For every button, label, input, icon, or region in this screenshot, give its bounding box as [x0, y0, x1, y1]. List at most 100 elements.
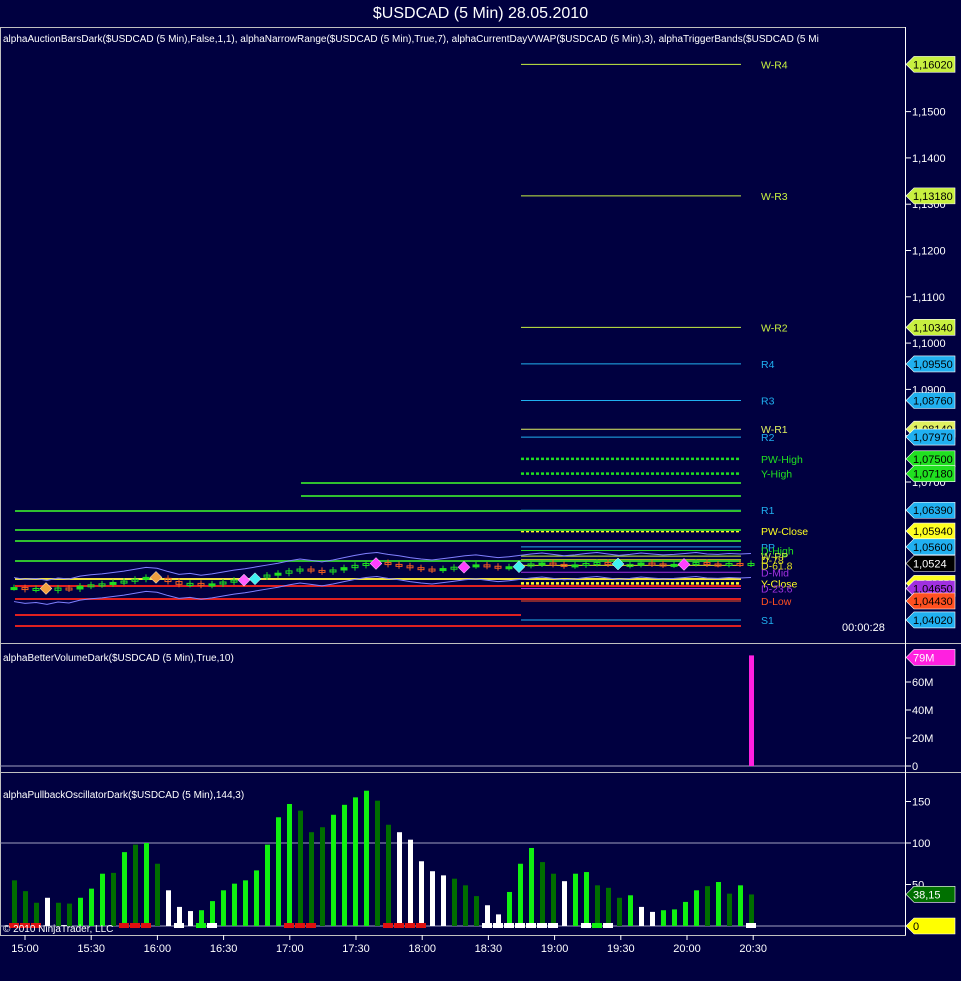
time-axis-label: 18:30 [475, 943, 503, 955]
osc-bar [232, 883, 237, 926]
osc-bar [111, 872, 116, 926]
volume-axis-label: 40M [912, 705, 933, 717]
osc-bar [507, 891, 512, 926]
osc-marker [548, 923, 558, 928]
osc-bar [716, 882, 721, 926]
osc-bar [144, 843, 149, 926]
osc-bar [375, 800, 380, 926]
candle-body [274, 572, 282, 576]
osc-marker [405, 923, 415, 928]
price-axis-label: 1,1400 [912, 153, 946, 165]
osc-value-tag-text: 38,15 [913, 889, 941, 901]
osc-marker [504, 923, 514, 928]
level-label: R1 [761, 505, 775, 517]
price-tag: 1,10340 [905, 319, 956, 336]
osc-bar [166, 890, 171, 926]
time-axis-label: 16:30 [210, 943, 238, 955]
osc-bar [210, 901, 215, 926]
volume-tag: 79M [905, 649, 956, 666]
osc-bar [683, 901, 688, 926]
price-tag-text: 1,07180 [913, 469, 953, 481]
volume-axis-label: 20M [912, 733, 933, 745]
level-label: W-R4 [761, 59, 788, 71]
osc-bar [595, 885, 600, 926]
price-tag-text: 1,05600 [913, 542, 953, 554]
current-price-tag-text: 1,0524 [913, 558, 947, 570]
osc-marker [306, 923, 316, 928]
price-tag-text: 1,08760 [913, 396, 953, 408]
osc-marker [130, 923, 140, 928]
level-label: D-Low [761, 596, 792, 608]
volume-axis-label: 0 [912, 761, 918, 773]
price-tag-text: 1,07970 [913, 432, 953, 444]
osc-bar [397, 832, 402, 926]
price-axis-label: 1,1500 [912, 107, 946, 119]
osc-bar [331, 814, 336, 926]
time-axis-label: 19:30 [607, 943, 635, 955]
osc-marker [174, 923, 184, 928]
osc-bar [342, 804, 347, 926]
osc-bar [551, 873, 556, 926]
volume-tag-text: 79M [913, 652, 934, 664]
time-axis-label: 17:00 [276, 943, 304, 955]
osc-bar [441, 875, 446, 926]
osc-marker [493, 923, 503, 928]
price-tag-text: 1,10340 [913, 322, 953, 334]
candle-body [637, 562, 645, 566]
time-axis-label: 18:00 [408, 943, 436, 955]
osc-bar [34, 902, 39, 926]
price-axis-label: 1,1200 [912, 246, 946, 258]
osc-marker [416, 923, 426, 928]
osc-bar [452, 878, 457, 926]
osc-marker [295, 923, 305, 928]
osc-bar [617, 897, 622, 926]
osc-bar [67, 903, 72, 926]
level-label: R3 [761, 396, 775, 408]
osc-bar [155, 863, 160, 926]
candle-body [472, 564, 480, 568]
time-axis-label: 20:00 [673, 943, 701, 955]
candle-body [670, 563, 678, 567]
osc-marker [592, 923, 602, 928]
price-tag: 1,05940 [905, 522, 956, 540]
osc-bar [243, 880, 248, 926]
osc-bar [573, 873, 578, 926]
volume-axis-label: 60M [912, 677, 933, 689]
candle-body [208, 583, 216, 587]
osc-bar [705, 886, 710, 926]
osc-bar [353, 797, 358, 926]
level-label: S1 [761, 615, 774, 627]
osc-marker [284, 923, 294, 928]
osc-bar [672, 909, 677, 926]
time-axis-label: 19:00 [541, 943, 569, 955]
price-tag: 1,08760 [905, 392, 956, 409]
osc-marker [196, 923, 206, 928]
bar-timer: 00:00:28 [842, 622, 885, 634]
price-tag: 1,04430 [905, 592, 956, 610]
level-label: R4 [761, 359, 775, 371]
osc-bar [738, 885, 743, 926]
candle-body [538, 562, 546, 566]
osc-bar [265, 844, 270, 926]
time-axis-label: 15:00 [11, 943, 39, 955]
osc-marker [746, 923, 756, 928]
chart-canvas[interactable]: alphaAuctionBarsDark($USDCAD (5 Min),Fal… [0, 0, 961, 981]
osc-bar [364, 790, 369, 926]
osc-bar [661, 910, 666, 926]
level-label: W-R2 [761, 322, 788, 334]
candle-body [109, 581, 117, 585]
osc-bar [749, 894, 754, 926]
volume-panel-header: alphaBetterVolumeDark($USDCAD (5 Min),Tr… [3, 653, 234, 664]
osc-marker [515, 923, 525, 928]
current-price-tag: 1,0524 [905, 555, 956, 572]
volume-bar [749, 655, 754, 766]
time-axis-label: 16:00 [144, 943, 172, 955]
osc-bar [45, 897, 50, 926]
osc-bar [727, 893, 732, 926]
osc-bar [56, 902, 61, 926]
osc-bar [485, 905, 490, 926]
candle-body [340, 567, 348, 571]
osc-axis-label: 150 [912, 797, 930, 809]
osc-bar [408, 839, 413, 926]
level-label: W-R3 [761, 191, 788, 203]
